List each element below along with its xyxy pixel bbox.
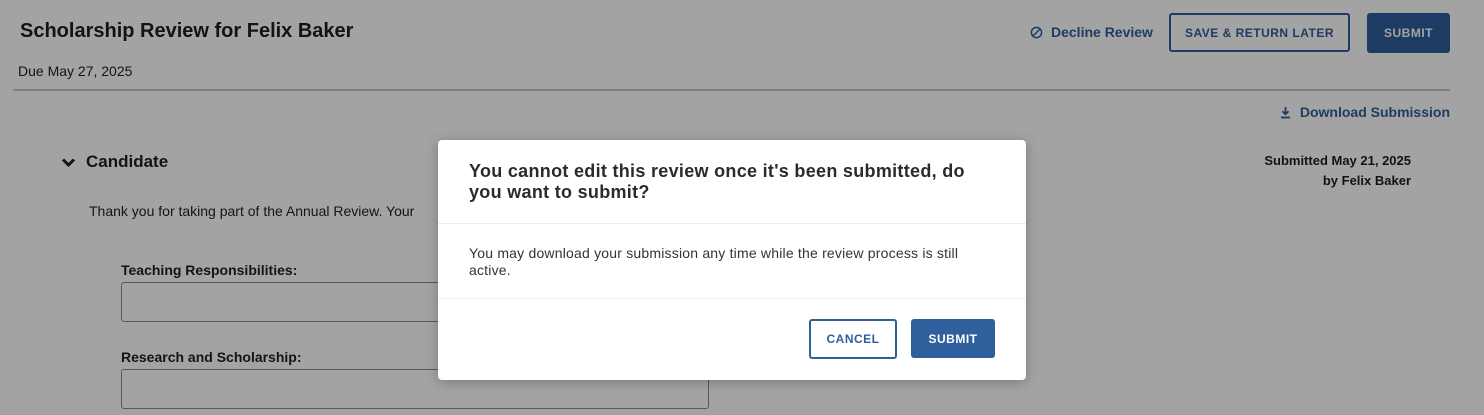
dialog-divider: [438, 223, 1026, 224]
cancel-button[interactable]: CANCEL: [809, 319, 897, 359]
dialog-title: You cannot edit this review once it's be…: [469, 161, 965, 202]
confirm-submit-dialog: You cannot edit this review once it's be…: [438, 140, 1026, 380]
confirm-submit-button[interactable]: SUBMIT: [911, 319, 995, 358]
dialog-message: You may download your submission any tim…: [469, 245, 959, 278]
dialog-footer-divider: [438, 298, 1026, 299]
